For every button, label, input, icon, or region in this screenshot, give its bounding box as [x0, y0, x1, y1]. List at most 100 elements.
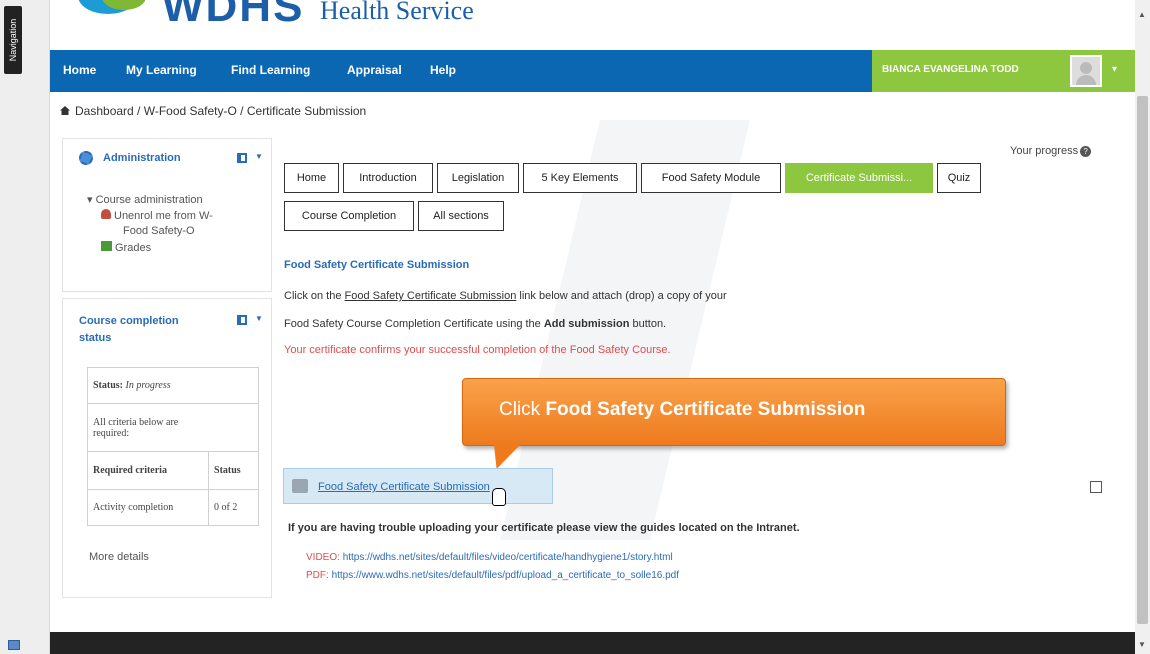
administration-title[interactable]: Administration: [103, 152, 181, 164]
unenrol-label-line1: Unenrol me from W-: [114, 210, 213, 222]
para2-bold: Add submission: [543, 318, 630, 330]
certificate-inline-link[interactable]: Food Safety Certificate Submission: [345, 290, 517, 302]
instruction-paragraph-1: Click on the Food Safety Certificate Sub…: [284, 290, 727, 302]
status-value: In progress: [125, 380, 171, 391]
completion-checkbox[interactable]: [1090, 481, 1102, 493]
breadcrumb: Dashboard / W-Food Safety-O / Certificat…: [60, 104, 366, 118]
trouble-note: If you are having trouble uploading your…: [288, 522, 800, 534]
chevron-down-icon[interactable]: ▾: [1112, 64, 1117, 75]
table-row: Status: In progress: [87, 367, 259, 404]
assignment-icon: [292, 479, 308, 493]
course-admin-item[interactable]: ▾ Course administration: [87, 193, 203, 206]
header-required: Required criteria: [86, 451, 210, 490]
criteria-note-cell: All criteria below are required:: [87, 403, 259, 452]
certificate-submission-link[interactable]: Food Safety Certificate Submission: [318, 481, 490, 493]
navigation-strip: Navigation: [0, 0, 50, 654]
dock-block-icon[interactable]: [237, 153, 247, 163]
tab-home[interactable]: Home: [284, 163, 339, 193]
nav-find-learning[interactable]: Find Learning: [231, 63, 310, 77]
tab-certificate-submission[interactable]: Certificate Submissi...: [785, 163, 933, 193]
completion-title-line2[interactable]: status: [79, 332, 111, 344]
tab-food-safety-module[interactable]: Food Safety Module: [641, 163, 781, 193]
tab-introduction[interactable]: Introduction: [343, 163, 433, 193]
dock-window-icon[interactable]: [8, 640, 20, 650]
user-menu[interactable]: BIANCA EVANGELINA TODD ▾: [872, 50, 1135, 92]
tab-legislation[interactable]: Legislation: [437, 163, 519, 193]
grades-item[interactable]: Grades: [101, 241, 151, 254]
course-admin-label: Course administration: [95, 194, 203, 206]
breadcrumb-text[interactable]: Dashboard / W-Food Safety-O / Certificat…: [75, 104, 366, 118]
completion-block: Course completion status ▼ Status: In pr…: [62, 298, 272, 598]
tutorial-callout: Click Food Safety Certificate Submission: [462, 378, 1006, 446]
para1-pre: Click on the: [284, 290, 345, 302]
top-navigation: Home My Learning Find Learning Appraisal…: [50, 50, 1135, 92]
unenrol-label-line2[interactable]: Food Safety-O: [123, 225, 195, 237]
nav-my-learning[interactable]: My Learning: [126, 63, 197, 77]
chevron-down-icon[interactable]: ▼: [255, 314, 263, 323]
video-link[interactable]: https://wdhs.net/sites/default/files/vid…: [343, 552, 673, 563]
status-label: Status:: [93, 380, 124, 391]
video-guide-line: VIDEO: https://wdhs.net/sites/default/fi…: [306, 552, 673, 563]
nav-appraisal[interactable]: Appraisal: [347, 63, 402, 77]
pdf-link[interactable]: https://www.wdhs.net/sites/default/files…: [332, 570, 679, 581]
pdf-label: PDF:: [306, 570, 329, 581]
callout-prefix: Click: [499, 399, 546, 420]
tab-quiz[interactable]: Quiz: [937, 163, 981, 193]
completion-title-line1[interactable]: Course completion: [79, 315, 179, 327]
user-name: BIANCA EVANGELINA TODD: [882, 64, 1019, 75]
scroll-up-icon[interactable]: ▲: [1138, 10, 1146, 19]
header-required-text: Required criteria: [93, 465, 167, 476]
table-row: All criteria below are required:: [87, 403, 259, 452]
avatar: [1070, 55, 1102, 87]
callout-bold: Food Safety Certificate Submission: [545, 399, 866, 420]
callout-text: Click Food Safety Certificate Submission: [499, 399, 865, 421]
grades-icon: [101, 241, 112, 251]
gear-icon: [79, 151, 93, 165]
administration-block: Administration ▼ ▾ Course administration…: [62, 138, 272, 292]
progress-indicator: Your progress?: [1010, 145, 1092, 157]
tab-all-sections[interactable]: All sections: [418, 201, 504, 231]
completion-table: Status: In progress All criteria below a…: [86, 367, 259, 526]
criteria-note-line2: required:: [93, 427, 130, 439]
para2-pre: Food Safety Course Completion Certificat…: [284, 318, 544, 330]
certificate-submission-activity[interactable]: Food Safety Certificate Submission: [283, 468, 553, 504]
unenrol-item[interactable]: Unenrol me from W-: [101, 209, 213, 222]
more-details-link[interactable]: More details: [89, 551, 149, 563]
callout-pointer: [494, 445, 520, 469]
page-scrollbar[interactable]: ▲ ▼: [1135, 0, 1150, 654]
certificate-note: Your certificate confirms your successfu…: [284, 344, 671, 356]
table-row: Required criteria Status: [86, 451, 259, 490]
criteria-note-line1: All criteria below are: [93, 416, 179, 428]
home-icon[interactable]: [60, 106, 70, 115]
hand-cursor-icon: [492, 488, 506, 506]
chevron-down-icon[interactable]: ▼: [255, 152, 263, 161]
instruction-paragraph-2: Food Safety Course Completion Certificat…: [284, 318, 666, 330]
logo-subtitle: Health Service: [320, 0, 474, 25]
section-title: Food Safety Certificate Submission: [284, 259, 470, 271]
progress-label: Your progress: [1010, 145, 1079, 157]
page-root: Navigation WDHS Health Service Home My L…: [0, 0, 1150, 654]
user-icon: [101, 209, 111, 219]
logo-letters: WDHS: [162, 0, 305, 31]
activity-completion-value: 0 of 2: [208, 489, 259, 526]
scroll-thumb[interactable]: [1137, 96, 1148, 624]
site-logo: WDHS Health Service: [50, 0, 1135, 50]
tab-course-completion[interactable]: Course Completion: [284, 201, 414, 231]
para1-post: link below and attach (drop) a copy of y…: [516, 290, 727, 302]
header-status: Status: [208, 451, 259, 490]
status-cell: Status: In progress: [87, 367, 259, 404]
nav-home[interactable]: Home: [63, 63, 96, 77]
navigation-tab-label: Navigation: [8, 18, 18, 62]
activity-completion-cell: Activity completion: [86, 489, 210, 526]
footer-bar: [50, 632, 1135, 654]
nav-help[interactable]: Help: [430, 63, 456, 77]
navigation-tab[interactable]: Navigation: [4, 6, 22, 74]
dock-block-icon[interactable]: [237, 315, 247, 325]
pdf-guide-line: PDF: https://www.wdhs.net/sites/default/…: [306, 570, 679, 581]
header-status-text: Status: [214, 465, 241, 476]
grades-label: Grades: [115, 242, 152, 254]
tab-5-key-elements[interactable]: 5 Key Elements: [523, 163, 637, 193]
scroll-down-icon[interactable]: ▼: [1138, 640, 1146, 649]
help-icon[interactable]: ?: [1080, 146, 1092, 157]
para2-post: button.: [629, 318, 667, 330]
